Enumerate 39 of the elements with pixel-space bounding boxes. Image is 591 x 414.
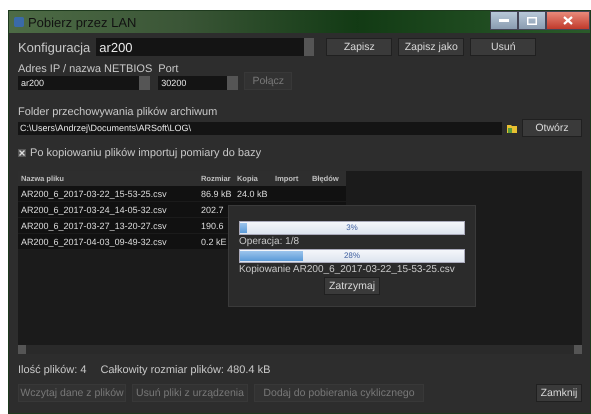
table-cell: AR200_6_2017-03-24_14-05-32.csv: [18, 202, 198, 218]
table-cell: 24.0 kB: [234, 186, 272, 202]
folder-label: Folder przechowywania plików archiwum: [18, 106, 218, 118]
maximize-icon: [527, 16, 537, 24]
toolbar-button[interactable]: Zapisz: [326, 38, 392, 56]
import-option-label: Po kopiowaniu plików importuj pomiary do bazy: [30, 147, 262, 159]
config-label: Konfiguracja: [18, 40, 90, 54]
table-cell: AR200_6_2017-03-22_15-53-25.csv: [18, 186, 198, 202]
toolbar-button[interactable]: Usuń: [470, 38, 536, 56]
close-button[interactable]: [546, 11, 590, 30]
import-checkbox[interactable]: [18, 149, 26, 157]
app-icon: [14, 17, 24, 27]
table-cell: 86.9 kB: [198, 186, 234, 202]
toolbar-button[interactable]: Zapisz jako: [398, 38, 464, 56]
stop-button[interactable]: Zatrzymaj: [324, 277, 380, 295]
maximize-button[interactable]: [518, 11, 546, 30]
window-title: Pobierz przez LAN: [28, 14, 136, 30]
folder-icon[interactable]: [507, 123, 517, 133]
table-cell: AR200_6_2017-04-03_09-49-32.csv: [18, 234, 198, 250]
config-dropdown[interactable]: ar200: [96, 38, 314, 56]
port-label: Port: [158, 63, 180, 75]
minimize-button[interactable]: [490, 11, 518, 30]
open-button[interactable]: Otwórz: [522, 119, 582, 137]
table-cell: [309, 186, 346, 202]
close-dialog-button[interactable]: Zamknij: [536, 384, 582, 402]
address-label: Adres IP / nazwa NETBIOS: [18, 63, 152, 75]
minimize-icon: [499, 18, 509, 22]
address-dropdown[interactable]: ar200: [18, 76, 150, 90]
progress-reading: 28%: [342, 250, 361, 262]
port-dropdown[interactable]: 30200: [158, 76, 238, 90]
folder-path-field[interactable]: C:\Users\Andrzej\Documents\ARSoft\LOG\: [18, 122, 502, 134]
status-text: Całkowity rozmiar plików: 480.4 kB: [100, 364, 270, 376]
operation-text: Operacja: 1/8: [239, 236, 300, 247]
table-cell: AR200_6_2017-03-27_13-20-27.csv: [18, 218, 198, 234]
copy-status-text: Kopiowanie AR200_6_2017-03-22_15-53-25.csv: [239, 264, 456, 275]
status-text: Ilość plików: 4: [18, 364, 86, 376]
close-icon: [563, 16, 573, 25]
progress-reading: 3%: [345, 222, 359, 234]
horizontal-scrollbar[interactable]: [18, 345, 582, 354]
